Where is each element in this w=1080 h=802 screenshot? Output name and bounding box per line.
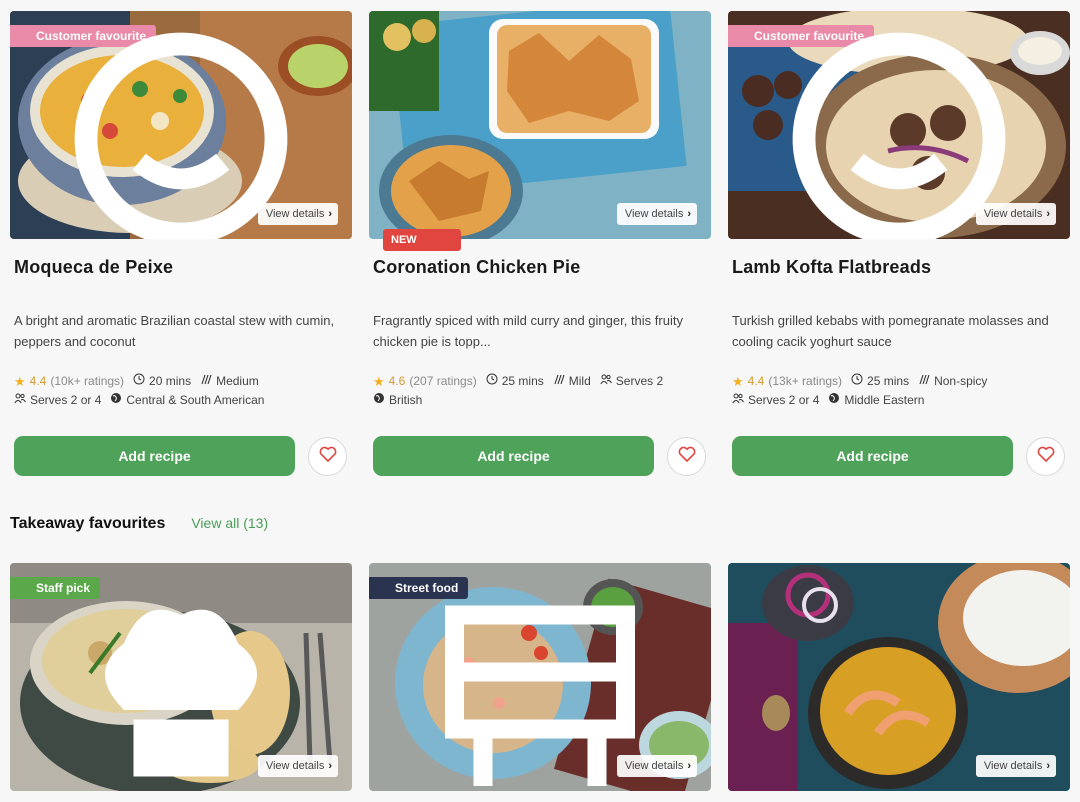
takeaway-section-header: Takeaway favourites View all (13) [10,515,268,533]
view-details-button[interactable]: View details › [975,755,1056,777]
cuisine: British [389,393,423,407]
recipe-grid-page: Customer favourite View details › Moquec… [0,0,1080,802]
view-all-link[interactable]: View all (13) [191,515,268,531]
heart-icon [1037,446,1055,467]
chevron-right-icon: › [1046,760,1050,772]
cuisine: Central & South American [126,393,265,407]
recipe-image[interactable]: Customer favourite View details › [10,11,352,239]
cook-time: 25 mins [501,374,544,388]
cook-time: 20 mins [149,374,192,388]
globe-icon [110,391,122,410]
cuisine: Middle Eastern [844,393,925,407]
star-icon: ★ [732,374,744,389]
heart-icon [678,446,696,467]
cook-time: 25 mins [867,374,910,388]
view-details-button[interactable]: View details › [616,203,697,225]
recipe-image[interactable]: Customer favourite View details › [728,11,1070,239]
chevron-right-icon: › [687,208,691,220]
ratings-count: (10k+ ratings) [50,374,125,388]
street-food-ribbon: Street food [369,577,635,786]
chevron-right-icon: › [1046,208,1050,220]
view-details-label: View details [624,208,684,220]
ratings-count: (13k+ ratings) [768,374,843,388]
view-details-button[interactable]: View details › [616,755,697,777]
spice-level: Medium [216,374,259,388]
chevron-right-icon: › [328,208,332,220]
servings: Serves 2 or 4 [30,393,102,407]
add-recipe-button[interactable]: Add recipe [732,436,1013,476]
chevron-right-icon: › [328,760,332,772]
heart-icon [319,446,337,467]
recipe-meta: ★ 4.4 (10k+ ratings) 20 mins Medium Serves… [14,372,348,410]
staff-pick-ribbon: Staff pick [10,577,257,777]
people-icon [14,391,26,410]
food-truck-icon [377,582,635,786]
recipe-title[interactable]: Moqueca de Peixe [14,257,173,278]
star-icon: ★ [14,374,26,389]
section-title: Takeaway favourites [10,515,166,532]
people-icon [732,391,744,410]
favourite-button[interactable] [308,437,347,476]
view-details-label: View details [265,208,325,220]
view-details-label: View details [624,760,684,772]
spice-level: Mild [568,374,591,388]
recipe-title[interactable]: Coronation Chicken Pie [373,257,580,278]
recipe-description: Fragrantly spiced with mild curry and gi… [373,313,683,349]
ratings-count: (207 ratings) [409,374,477,388]
new-badge: NEW [383,229,461,251]
clock-icon [851,372,863,391]
smile-icon [18,30,288,239]
recipe-image[interactable]: View details › [369,11,711,239]
customer-favourite-ribbon: Customer favourite [10,25,288,239]
recipe-card-lamb-kofta[interactable]: Customer favourite View details › Lamb K… [728,11,1070,476]
add-recipe-button[interactable]: Add recipe [14,436,295,476]
recipe-meta: ★ 4.6 (207 ratings) 25 mins Mild Serves 2 … [373,372,707,410]
customer-favourite-ribbon: Customer favourite [728,25,1006,239]
chili-icon [553,372,565,391]
view-details-label: View details [265,760,325,772]
add-recipe-button[interactable]: Add recipe [373,436,654,476]
recipe-card-coronation-pie[interactable]: View details › NEW Coronation Chicken Pi… [369,11,711,476]
rating-value: 4.4 [29,374,47,388]
clock-icon [486,372,498,391]
chili-icon [200,372,212,391]
star-icon: ★ [373,374,385,389]
rating-value: 4.6 [388,374,406,388]
view-details-button[interactable]: View details › [257,203,338,225]
smile-icon [736,30,1006,239]
recipe-image[interactable]: View details › [728,563,1070,791]
recipe-image[interactable]: Street food View details › [369,563,711,791]
globe-icon [373,391,385,410]
recipe-card-moqueca[interactable]: Customer favourite View details › Moquec… [10,11,352,476]
takeaway-card-2[interactable]: Street food View details › [369,563,711,791]
rating-value: 4.4 [747,374,765,388]
servings: Serves 2 or 4 [748,393,820,407]
recipe-description: A bright and aromatic Brazilian coastal … [14,313,335,349]
people-icon [600,372,612,391]
view-details-button[interactable]: View details › [257,755,338,777]
servings: Serves 2 [615,374,664,388]
spice-level: Non-spicy [934,374,988,388]
takeaway-card-1[interactable]: Staff pick View details › [10,563,352,791]
favourite-button[interactable] [667,437,706,476]
globe-icon [828,391,840,410]
view-details-label: View details [983,760,1043,772]
recipe-meta: ★ 4.4 (13k+ ratings) 25 mins Non-spicy Ser… [732,372,1066,410]
view-details-button[interactable]: View details › [975,203,1056,225]
chili-icon [918,372,930,391]
recipe-title[interactable]: Lamb Kofta Flatbreads [732,257,931,278]
recipe-image[interactable]: Staff pick View details › [10,563,352,791]
clock-icon [133,372,145,391]
view-details-label: View details [983,208,1043,220]
chevron-right-icon: › [687,760,691,772]
recipe-description: Turkish grilled kebabs with pomegranate … [732,313,1049,349]
chef-hat-icon [18,582,257,777]
takeaway-card-3[interactable]: View details › [728,563,1070,791]
favourite-button[interactable] [1026,437,1065,476]
